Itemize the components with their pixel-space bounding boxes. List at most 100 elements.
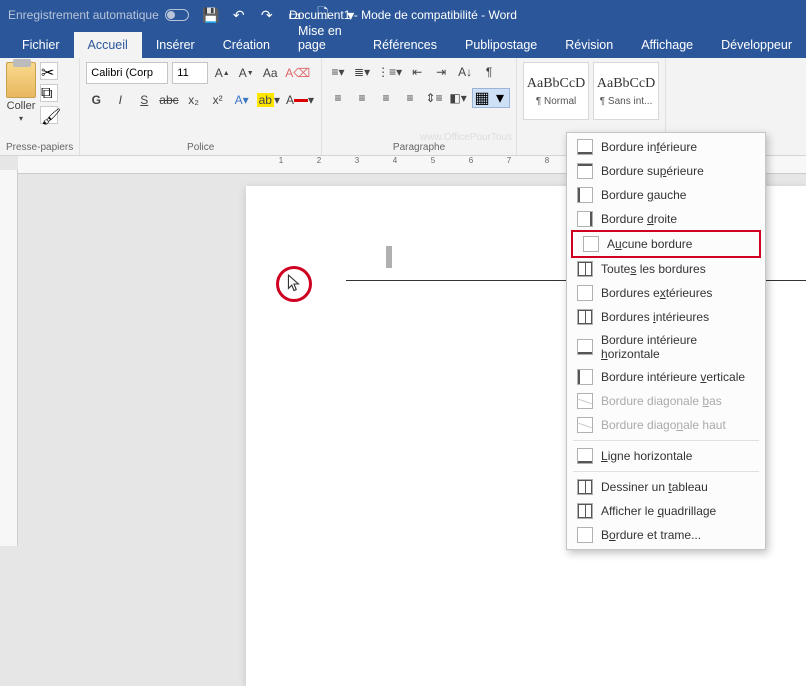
superscript-button[interactable]: x²: [208, 90, 228, 110]
menu-item-label: Bordure et trame...: [601, 528, 701, 542]
watermark: www.OfficePourTous: [420, 132, 512, 143]
ruler-tick: 5: [414, 156, 452, 165]
menu-item-label: Bordure gauche: [601, 188, 686, 202]
borders-split-button[interactable]: ▦ ▾: [472, 88, 510, 108]
style-no-spacing[interactable]: AaBbCcD ¶ Sans int...: [593, 62, 659, 120]
tab-developpeur[interactable]: Développeur: [707, 32, 806, 58]
save-icon[interactable]: 💾: [203, 7, 219, 23]
tab-inserer[interactable]: Insérer: [142, 32, 209, 58]
strike-button[interactable]: abc: [158, 90, 179, 110]
border-type-icon: [577, 285, 593, 301]
menu-item-label: Aucune bordure: [607, 237, 692, 251]
border-type-icon: [577, 187, 593, 203]
window-title: Document1 - Mode de compatibilité - Word: [289, 8, 517, 22]
text-effects-icon[interactable]: A▾: [232, 90, 252, 110]
border-menu-left[interactable]: Bordure gauche: [567, 183, 765, 207]
border-menu-inside[interactable]: Bordures intérieures: [567, 305, 765, 329]
tab-references[interactable]: Références: [359, 32, 451, 58]
border-menu-in-h[interactable]: Bordure intérieure horizontale: [567, 329, 765, 365]
borders-dropdown-icon[interactable]: ▾: [491, 89, 509, 107]
ruler-tick: 1: [262, 156, 300, 165]
border-menu-none[interactable]: Aucune bordure: [571, 230, 761, 258]
font-name-select[interactable]: [86, 62, 168, 84]
text-cursor: [386, 246, 392, 268]
menu-item-label: Ligne horizontale: [601, 449, 692, 463]
chevron-down-icon: ▾: [19, 114, 23, 123]
menu-item-label: Bordure diagonale bas: [601, 394, 722, 408]
italic-button[interactable]: I: [110, 90, 130, 110]
group-clipboard: Coller ▾ ✂ ⧉ 🖌 Presse-papiers: [0, 58, 80, 155]
menu-item-label: Bordure intérieure horizontale: [601, 333, 755, 361]
border-menu-diag-up: Bordure diagonale haut: [567, 413, 765, 437]
align-left-icon[interactable]: ≡: [328, 88, 348, 108]
redo-icon[interactable]: ↷: [259, 7, 275, 23]
tab-mise-en-page[interactable]: Mise en page: [284, 18, 359, 58]
border-menu-top[interactable]: Bordure supérieure: [567, 159, 765, 183]
line-spacing-icon[interactable]: ⇕≡: [424, 88, 444, 108]
border-menu-grid[interactable]: Afficher le quadrillage: [567, 499, 765, 523]
menu-separator: [573, 440, 759, 441]
border-type-icon: [577, 527, 593, 543]
group-title-font: Police: [86, 140, 315, 153]
show-marks-icon[interactable]: ¶: [479, 62, 499, 82]
tab-revision[interactable]: Révision: [551, 32, 627, 58]
font-size-select[interactable]: [172, 62, 208, 84]
ruler-tick: 4: [376, 156, 414, 165]
shrink-font-icon[interactable]: A▼: [236, 63, 256, 83]
outdent-icon[interactable]: ⇤: [407, 62, 427, 82]
ruler-vertical[interactable]: [0, 170, 18, 546]
style-label: ¶ Normal: [536, 96, 576, 107]
menu-item-label: Dessiner un tableau: [601, 480, 708, 494]
align-right-icon[interactable]: ≡: [376, 88, 396, 108]
border-type-icon: [577, 339, 593, 355]
cut-icon[interactable]: ✂: [40, 62, 58, 80]
border-type-icon: [577, 309, 593, 325]
numbering-icon[interactable]: ≣▾: [352, 62, 372, 82]
paste-icon: [6, 62, 36, 98]
highlight-icon[interactable]: ab▾: [256, 90, 281, 110]
border-menu-bottom[interactable]: Bordure inférieure: [567, 135, 765, 159]
menu-item-label: Bordure intérieure verticale: [601, 370, 745, 384]
border-menu-outside[interactable]: Bordures extérieures: [567, 281, 765, 305]
border-menu-hr[interactable]: Ligne horizontale: [567, 444, 765, 468]
menu-item-label: Bordure diagonale haut: [601, 418, 726, 432]
multilevel-icon[interactable]: ⋮≡▾: [376, 62, 403, 82]
align-center-icon[interactable]: ≡: [352, 88, 372, 108]
menu-item-label: Bordures extérieures: [601, 286, 712, 300]
menu-item-label: Bordure inférieure: [601, 140, 697, 154]
style-normal[interactable]: AaBbCcD ¶ Normal: [523, 62, 589, 120]
tab-affichage[interactable]: Affichage: [627, 32, 707, 58]
mouse-pointer-annotation: [276, 266, 312, 302]
undo-icon[interactable]: ↶: [231, 7, 247, 23]
toggle-switch[interactable]: [165, 9, 189, 21]
bold-button[interactable]: G: [86, 90, 106, 110]
format-painter-icon[interactable]: 🖌: [40, 106, 58, 124]
bullets-icon[interactable]: ≡▾: [328, 62, 348, 82]
tab-accueil[interactable]: Accueil: [74, 32, 142, 58]
change-case-icon[interactable]: Aa: [260, 63, 280, 83]
clear-format-icon[interactable]: A⌫: [284, 63, 311, 83]
underline-button[interactable]: S: [134, 90, 154, 110]
style-preview: AaBbCcD: [527, 76, 585, 92]
autosave-toggle[interactable]: Enregistrement automatique: [8, 8, 189, 22]
border-menu-draw[interactable]: Dessiner un tableau: [567, 475, 765, 499]
shading-icon[interactable]: ◧▾: [448, 88, 468, 108]
ruler-tick: 7: [490, 156, 528, 165]
copy-icon[interactable]: ⧉: [40, 84, 58, 102]
tab-publipostage[interactable]: Publipostage: [451, 32, 551, 58]
paste-button[interactable]: Coller ▾: [6, 62, 36, 140]
border-menu-right[interactable]: Bordure droite: [567, 207, 765, 231]
grow-font-icon[interactable]: A▲: [212, 63, 232, 83]
border-menu-in-v[interactable]: Bordure intérieure verticale: [567, 365, 765, 389]
tab-creation[interactable]: Création: [209, 32, 284, 58]
sort-icon[interactable]: A↓: [455, 62, 475, 82]
justify-icon[interactable]: ≡: [400, 88, 420, 108]
border-menu-options[interactable]: Bordure et trame...: [567, 523, 765, 547]
subscript-button[interactable]: x₂: [184, 90, 204, 110]
border-menu-all[interactable]: Toutes les bordures: [567, 257, 765, 281]
indent-icon[interactable]: ⇥: [431, 62, 451, 82]
font-color-icon[interactable]: A▾: [285, 90, 315, 110]
tab-fichier[interactable]: Fichier: [8, 32, 74, 58]
borders-icon[interactable]: ▦: [473, 89, 491, 107]
menu-item-label: Afficher le quadrillage: [601, 504, 716, 518]
